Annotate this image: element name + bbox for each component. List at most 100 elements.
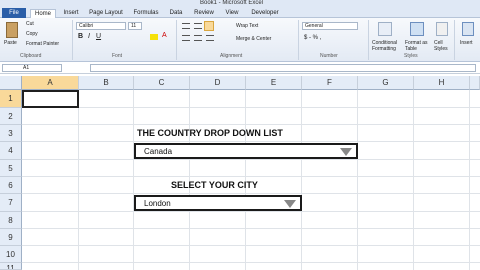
cell-styles-button[interactable]: Cell Styles [434, 40, 454, 52]
gridline [22, 176, 480, 177]
dropdown-arrow-icon[interactable] [284, 200, 296, 208]
country-dropdown-value: Canada [144, 147, 173, 156]
gridline [301, 90, 302, 270]
tab-insert[interactable]: Insert [60, 9, 82, 18]
column-header-partial[interactable] [470, 76, 480, 90]
row-header-9[interactable]: 9 [0, 229, 22, 246]
format-as-table-button[interactable]: Format as Table [405, 40, 433, 52]
tab-formulas[interactable]: Formulas [132, 9, 160, 18]
column-header-f[interactable]: F [302, 76, 358, 90]
row-header-7[interactable]: 7 [0, 194, 22, 212]
divider [176, 20, 177, 60]
gridline [357, 90, 358, 270]
italic-button[interactable]: I [88, 33, 90, 40]
column-header-g[interactable]: G [358, 76, 414, 90]
wrap-text-button[interactable]: Wrap Text [236, 23, 258, 29]
gridline [133, 90, 134, 270]
active-cell-a1[interactable] [22, 90, 79, 108]
city-heading: SELECT YOUR CITY [171, 180, 258, 190]
font-name-select[interactable]: Calibri [76, 22, 126, 30]
country-dropdown[interactable]: Canada [134, 143, 358, 159]
row-header-8[interactable]: 8 [0, 212, 22, 229]
merge-center-button[interactable]: Merge & Center [236, 36, 271, 42]
gridline [22, 124, 480, 125]
font-group-label: Font [112, 53, 123, 59]
divider [368, 20, 369, 60]
row-header-10[interactable]: 10 [0, 246, 22, 263]
paste-button[interactable]: Paste [4, 40, 17, 46]
row-header-11[interactable]: 11 [0, 263, 22, 270]
font-size-select[interactable]: 11 [128, 22, 142, 30]
tab-developer[interactable]: Developer [248, 9, 282, 18]
title-bar: Book1 - Microsoft Excel [0, 0, 480, 8]
divider [454, 20, 455, 60]
align-top-icon[interactable] [182, 23, 190, 29]
tab-view[interactable]: View [222, 9, 242, 18]
cell-styles-icon[interactable] [436, 22, 448, 36]
column-header-a[interactable]: A [22, 76, 79, 90]
ribbon: Paste Cut Copy Format Painter Clipboard … [0, 18, 480, 62]
number-group-label: Number [320, 53, 338, 59]
row-header-4[interactable]: 4 [0, 142, 22, 160]
window-title: Book1 - Microsoft Excel [200, 0, 264, 6]
divider [72, 20, 73, 60]
select-all-corner[interactable] [0, 76, 22, 90]
tab-file[interactable]: File [2, 8, 26, 18]
column-header-b[interactable]: B [79, 76, 134, 90]
underline-button[interactable]: U [96, 33, 101, 40]
tab-data[interactable]: Data [166, 9, 186, 18]
conditional-formatting-button[interactable]: Conditional Formatting [372, 40, 404, 52]
row-header-2[interactable]: 2 [0, 108, 22, 125]
insert-cells-button[interactable]: Insert [460, 40, 473, 46]
gridline [22, 193, 480, 194]
city-dropdown[interactable]: London [134, 195, 302, 211]
gridline [22, 228, 480, 229]
country-heading: THE COUNTRY DROP DOWN LIST [137, 128, 283, 138]
column-header-d[interactable]: D [190, 76, 246, 90]
dropdown-arrow-icon[interactable] [340, 148, 352, 156]
row-header-6[interactable]: 6 [0, 177, 22, 194]
gridline [22, 159, 480, 160]
gridline [22, 245, 480, 246]
column-header-h[interactable]: H [414, 76, 470, 90]
gridline [413, 90, 414, 270]
currency-format-button[interactable]: $ - % , [304, 35, 321, 41]
city-dropdown-value: London [144, 199, 171, 208]
align-left-icon[interactable] [182, 35, 190, 41]
align-bottom-icon[interactable] [204, 21, 214, 31]
divider [298, 20, 299, 60]
formula-input[interactable] [90, 64, 476, 72]
align-center-icon[interactable] [194, 35, 202, 41]
align-middle-icon[interactable] [194, 23, 202, 29]
row-header-1[interactable]: 1 [0, 90, 22, 108]
fill-color-icon[interactable] [150, 34, 158, 40]
tab-page-layout[interactable]: Page Layout [88, 9, 124, 18]
paste-icon[interactable] [6, 22, 18, 38]
name-box[interactable]: A1 [2, 64, 62, 72]
format-painter-button[interactable]: Format Painter [26, 41, 59, 47]
conditional-formatting-icon[interactable] [378, 22, 392, 36]
row-header-3[interactable]: 3 [0, 125, 22, 142]
insert-cells-icon[interactable] [462, 22, 474, 36]
gridline [78, 90, 79, 270]
cut-button[interactable]: Cut [26, 21, 34, 27]
gridline [22, 107, 480, 108]
column-header-e[interactable]: E [246, 76, 302, 90]
copy-button[interactable]: Copy [26, 31, 38, 37]
styles-group-label: Styles [404, 53, 418, 59]
bold-button[interactable]: B [78, 33, 83, 40]
gridline [22, 262, 480, 263]
formula-bar: A1 [0, 62, 480, 74]
gridline [22, 141, 480, 142]
row-header-5[interactable]: 5 [0, 160, 22, 177]
column-header-c[interactable]: C [134, 76, 190, 90]
gridline [22, 211, 480, 212]
format-as-table-icon[interactable] [410, 22, 424, 36]
ribbon-tabs: File Home Insert Page Layout Formulas Da… [0, 8, 480, 19]
alignment-group-label: Alignment [220, 53, 243, 59]
align-right-icon[interactable] [206, 35, 214, 41]
tab-review[interactable]: Review [192, 9, 216, 18]
gridline [469, 90, 470, 270]
font-color-icon[interactable]: A [162, 32, 167, 39]
number-format-select[interactable]: General [302, 22, 358, 30]
